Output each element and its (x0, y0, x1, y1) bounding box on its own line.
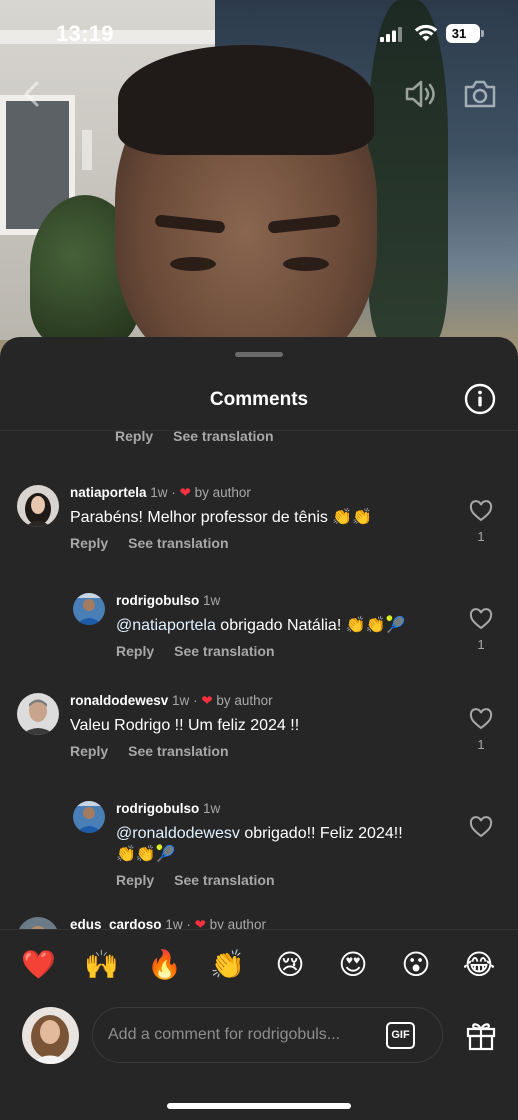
see-translation-button[interactable]: See translation (128, 535, 228, 551)
heart-icon[interactable] (469, 816, 493, 838)
status-time: 13:19 (56, 21, 114, 46)
heart-icon[interactable] (469, 708, 493, 730)
see-translation-button[interactable]: See translation (174, 643, 274, 659)
username[interactable]: natiaportela (70, 485, 147, 500)
back-chevron-icon[interactable] (20, 80, 44, 108)
sheet-title: Comments (209, 389, 309, 410)
emoji-crying-button[interactable]: 😢 (273, 948, 307, 982)
battery-icon: 31 (446, 24, 484, 43)
comment-meta: rodrigobulso 1w (116, 801, 220, 816)
battery-level: 31 (451, 26, 467, 41)
author-heart-icon: ❤ (201, 693, 213, 708)
my-avatar (22, 1007, 79, 1064)
cellular-signal-icon (380, 27, 402, 42)
comment-text-line2: 👏👏🎾 (116, 846, 176, 863)
liked-by-author: by author (194, 485, 251, 500)
avatar[interactable] (17, 693, 59, 735)
author-heart-icon: ❤ (194, 917, 206, 929)
comment-time: 1w (150, 485, 168, 500)
comment-time: 1w (203, 801, 221, 816)
emoji-laughing-button[interactable]: 😂 (462, 948, 496, 982)
username[interactable]: ronaldodewesv (70, 693, 168, 708)
reply-button[interactable]: Reply (116, 872, 154, 888)
comment-input[interactable] (108, 1008, 378, 1062)
previous-comment-actions: Reply See translation (115, 431, 294, 444)
like-count: 1 (477, 637, 485, 652)
emoji-surprised-button[interactable]: 😮 (399, 948, 433, 982)
username[interactable]: rodrigobulso (116, 801, 199, 816)
speaker-icon[interactable] (403, 78, 439, 110)
liked-by-author: by author (209, 917, 266, 929)
status-bar: 13:19 31 (0, 0, 518, 60)
comment-time: 1w (165, 917, 183, 929)
comment-text: Valeu Rodrigo !! Um feliz 2024 !! (70, 717, 300, 734)
comment-actions: Reply See translation (116, 872, 295, 888)
home-indicator[interactable] (167, 1103, 351, 1109)
liked-by-author: by author (216, 693, 273, 708)
comment-meta: rodrigobulso 1w (116, 593, 220, 608)
gift-icon[interactable] (465, 1019, 497, 1051)
see-translation-button[interactable]: See translation (173, 431, 273, 444)
mention-link[interactable]: @ronaldodewesv (116, 825, 240, 842)
gif-button[interactable]: GIF (386, 1022, 415, 1049)
see-translation-button[interactable]: See translation (174, 872, 274, 888)
comment-time: 1w (203, 593, 221, 608)
like-count: 1 (477, 737, 485, 752)
emoji-heart-button[interactable]: ❤️ (21, 948, 56, 982)
like-count: 1 (477, 529, 485, 544)
comment-text: Parabéns! Melhor professor de tênis 👏👏 (70, 509, 373, 526)
emoji-raised-hands-button[interactable]: 🙌 (84, 948, 119, 982)
reply-button[interactable]: Reply (115, 431, 153, 444)
avatar[interactable] (17, 485, 59, 527)
comment-actions: Reply See translation (116, 643, 295, 659)
info-icon[interactable] (464, 383, 496, 415)
emoji-clap-button[interactable]: 👏 (210, 948, 245, 982)
sheet-grabber[interactable] (235, 352, 283, 357)
reply-button[interactable]: Reply (70, 535, 108, 551)
comment-text: @natiaportela obrigado Natália! 👏👏🎾 (116, 617, 406, 634)
comment-meta: ronaldodewesv 1w · ❤ by author (70, 693, 273, 708)
username[interactable]: edus_cardoso (70, 917, 162, 929)
comment-actions: Reply See translation (70, 743, 249, 759)
author-heart-icon: ❤ (179, 485, 191, 500)
username[interactable]: rodrigobulso (116, 593, 199, 608)
avatar[interactable] (73, 593, 105, 625)
comment-composer: GIF (92, 1007, 443, 1063)
camera-icon[interactable] (462, 78, 498, 110)
reply-button[interactable]: Reply (70, 743, 108, 759)
emoji-reaction-bar: ❤️ 🙌 🔥 👏 😢 😍 😮 😂 (0, 929, 518, 999)
comment-meta: natiaportela 1w · ❤ by author (70, 485, 251, 500)
comment-meta: edus_cardoso 1w · ❤ by author (70, 917, 266, 929)
comments-list[interactable]: Reply See translation natiaportela 1w · ❤… (0, 431, 518, 929)
heart-icon[interactable] (469, 608, 493, 630)
comment-time: 1w (172, 693, 190, 708)
mention-link[interactable]: @natiaportela (116, 617, 216, 634)
comment-actions: Reply See translation (70, 535, 249, 551)
comments-sheet: Comments Reply See translation natiaporte… (0, 337, 518, 1120)
avatar[interactable] (17, 917, 59, 929)
reply-button[interactable]: Reply (116, 643, 154, 659)
comment-text: @ronaldodewesv obrigado!! Feliz 2024!! (116, 825, 403, 842)
emoji-fire-button[interactable]: 🔥 (147, 948, 182, 982)
emoji-heart-eyes-button[interactable]: 😍 (336, 948, 370, 982)
heart-icon[interactable] (469, 500, 493, 522)
wifi-icon (414, 24, 438, 41)
see-translation-button[interactable]: See translation (128, 743, 228, 759)
avatar[interactable] (73, 801, 105, 833)
